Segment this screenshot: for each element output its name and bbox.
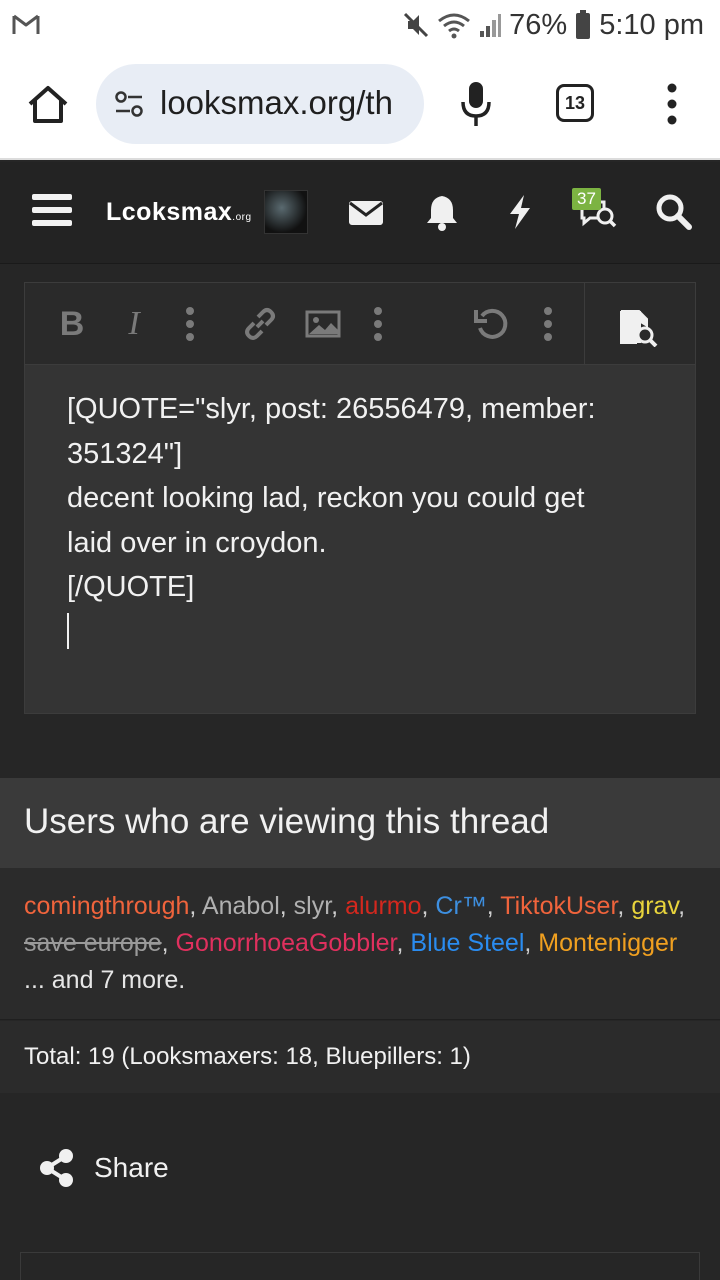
browser-toolbar: looksmax.org/th 13 [0, 50, 720, 160]
address-bar[interactable]: looksmax.org/th [96, 64, 424, 144]
link-icon[interactable] [241, 305, 279, 343]
clock: 5:10 pm [599, 8, 704, 41]
more-viewers-link[interactable]: ... and 7 more. [24, 966, 185, 994]
undo-icon[interactable] [473, 305, 509, 343]
viewer-username[interactable]: comingthrough [24, 892, 189, 920]
viewers-list: comingthrough, Anabol, slyr, alurmo, Cr™… [24, 892, 686, 994]
preview-toggle[interactable] [585, 283, 695, 365]
viewer-username[interactable]: Blue Steel [410, 929, 524, 957]
next-section [20, 1252, 700, 1280]
viewers-panel: comingthrough, Anabol, slyr, alurmo, Cr™… [0, 868, 720, 1020]
viewer-username[interactable]: Anabol [202, 892, 280, 920]
editor-line: [/QUOTE] [67, 571, 195, 603]
viewer-username[interactable]: slyr [294, 892, 332, 920]
viewer-username[interactable]: TiktokUser [500, 892, 617, 920]
envelope-icon[interactable] [346, 192, 386, 232]
gmail-notification-icon [12, 14, 40, 34]
viewer-username[interactable]: grav [631, 892, 678, 920]
editor-line: [QUOTE="slyr, post: 26556479, member: [67, 393, 596, 425]
editor-line: decent looking lad, reckon you could get [67, 482, 585, 514]
insert-options-icon[interactable] [373, 305, 383, 343]
viewer-username[interactable]: alurmo [345, 892, 421, 920]
more-options-icon[interactable] [662, 82, 682, 126]
viewer-username[interactable]: GonorrhoeaGobbler [176, 929, 397, 957]
wifi-icon [438, 13, 471, 39]
bell-icon[interactable] [422, 192, 462, 232]
share-icon [40, 1149, 73, 1187]
editor-line: laid over in croydon. [67, 526, 327, 559]
search-icon[interactable] [654, 192, 694, 232]
share-button[interactable]: Share [38, 1148, 169, 1188]
site-logo[interactable]: Lcoksmax.org [106, 198, 252, 227]
text-options-icon[interactable] [185, 305, 195, 343]
tab-count: 13 [564, 92, 586, 113]
user-avatar[interactable] [264, 190, 308, 234]
viewer-username[interactable]: save europe [24, 929, 162, 957]
editor-content[interactable]: [QUOTE="slyr, post: 26556479, member: 35… [67, 387, 667, 610]
viewers-header: Users who are viewing this thread [0, 778, 720, 868]
lightning-icon[interactable] [500, 192, 540, 232]
viewer-username[interactable]: Cr™ [435, 892, 486, 920]
status-bar: 76% 5:10 pm [0, 0, 720, 50]
reply-editor[interactable]: B I [QUOTE="slyr, post: 26556479, member… [24, 282, 696, 714]
menu-icon[interactable] [32, 194, 72, 230]
mute-icon [404, 12, 429, 38]
editor-more-icon[interactable] [543, 305, 553, 343]
signal-icon [480, 14, 502, 37]
notification-badge: 37 [572, 188, 601, 210]
image-icon[interactable] [305, 305, 341, 343]
viewers-totals: Total: 19 (Looksmaxers: 18, Bluepillers:… [0, 1021, 720, 1093]
preview-icon[interactable] [619, 309, 661, 347]
battery-icon [576, 10, 591, 39]
viewer-username[interactable]: Montenigger [538, 929, 677, 957]
microphone-icon[interactable] [458, 80, 494, 128]
share-label: Share [94, 1152, 169, 1183]
editor-line: 351324"] [67, 437, 183, 470]
site-header: Lcoksmax.org 37 [0, 162, 720, 264]
text-caret [67, 613, 69, 649]
tab-switcher-button[interactable]: 13 [556, 84, 594, 122]
editor-toolbar: B I [25, 283, 585, 365]
home-icon[interactable] [26, 84, 70, 124]
battery-percent: 76% [509, 8, 568, 41]
bold-button[interactable]: B [57, 305, 87, 343]
viewers-heading: Users who are viewing this thread [24, 802, 550, 841]
totals-text: Total: 19 (Looksmaxers: 18, Bluepillers:… [24, 1043, 471, 1070]
site-settings-icon[interactable] [114, 90, 144, 118]
url-text[interactable]: looksmax.org/th [160, 84, 393, 122]
italic-button[interactable]: I [121, 305, 147, 343]
